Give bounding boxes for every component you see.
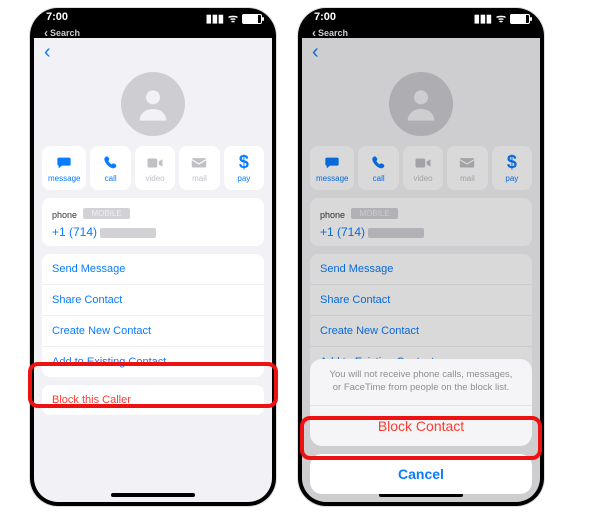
quick-video-label: video bbox=[145, 174, 164, 183]
phone-badge: MOBILE bbox=[83, 208, 129, 219]
signal-icon: ▮▮▮ bbox=[474, 12, 492, 25]
avatar-placeholder-icon bbox=[121, 72, 185, 136]
status-time: 7:00 bbox=[46, 11, 68, 23]
status-icons: ▮▮▮ ᯤ bbox=[206, 11, 262, 26]
quick-actions: message call video mail $ pay bbox=[34, 146, 272, 190]
phone-number-masked bbox=[100, 228, 156, 238]
contact-actions-list: Send Message Share Contact Create New Co… bbox=[42, 254, 264, 377]
action-sheet: You will not receive phone calls, messag… bbox=[310, 359, 532, 494]
mail-icon bbox=[190, 154, 208, 172]
sheet-message: You will not receive phone calls, messag… bbox=[310, 359, 532, 406]
status-bar: 7:00 ▮▮▮ ᯤ Search bbox=[298, 8, 544, 38]
screen: ‹ message call video bbox=[302, 38, 540, 502]
cancel-button[interactable]: Cancel bbox=[310, 454, 532, 494]
status-time: 7:00 bbox=[314, 11, 336, 23]
back-button[interactable]: ‹ bbox=[44, 42, 51, 62]
status-bar: 7:00 ▮▮▮ ᯤ Search bbox=[30, 8, 276, 38]
notch bbox=[103, 8, 203, 26]
screen: ‹ message call video bbox=[34, 38, 272, 502]
sheet-top-group: You will not receive phone calls, messag… bbox=[310, 359, 532, 446]
avatar-container bbox=[34, 66, 272, 146]
add-to-existing-contact-row[interactable]: Add to Existing Contact bbox=[42, 347, 264, 377]
quick-pay-label: pay bbox=[237, 174, 250, 183]
share-contact-row[interactable]: Share Contact bbox=[42, 285, 264, 316]
wifi-icon: ᯤ bbox=[228, 11, 238, 26]
phone-number-card[interactable]: phone MOBILE +1 (714) bbox=[42, 198, 264, 246]
battery-icon bbox=[510, 14, 530, 24]
dollar-icon: $ bbox=[239, 154, 249, 172]
status-icons: ▮▮▮ ᯤ bbox=[474, 11, 530, 26]
signal-icon: ▮▮▮ bbox=[206, 12, 224, 25]
quick-call[interactable]: call bbox=[90, 146, 130, 190]
block-list: Block this Caller bbox=[42, 385, 264, 415]
send-message-row[interactable]: Send Message bbox=[42, 254, 264, 285]
wifi-icon: ᯤ bbox=[496, 11, 506, 26]
notch bbox=[371, 8, 471, 26]
phone-number-prefix: +1 (714) bbox=[52, 225, 97, 239]
block-contact-button[interactable]: Block Contact bbox=[310, 406, 532, 446]
quick-mail-label: mail bbox=[192, 174, 207, 183]
quick-mail[interactable]: mail bbox=[179, 146, 219, 190]
nav-bar: ‹ bbox=[34, 38, 272, 66]
phone-label-row: phone MOBILE bbox=[52, 205, 254, 223]
phone-number: +1 (714) bbox=[52, 225, 254, 239]
quick-call-label: call bbox=[105, 174, 117, 183]
create-new-contact-row[interactable]: Create New Contact bbox=[42, 316, 264, 347]
quick-video[interactable]: video bbox=[135, 146, 175, 190]
phone-label: phone bbox=[52, 210, 77, 220]
phone-left: 7:00 ▮▮▮ ᯤ Search ‹ message bbox=[30, 8, 276, 506]
battery-icon bbox=[242, 14, 262, 24]
quick-message-label: message bbox=[48, 174, 80, 183]
video-icon bbox=[146, 154, 164, 172]
phone-icon bbox=[103, 154, 119, 172]
quick-message[interactable]: message bbox=[42, 146, 86, 190]
block-this-caller-row[interactable]: Block this Caller bbox=[42, 385, 264, 415]
quick-pay[interactable]: $ pay bbox=[224, 146, 264, 190]
home-indicator[interactable] bbox=[111, 493, 195, 497]
message-icon bbox=[55, 154, 73, 172]
phone-right: 7:00 ▮▮▮ ᯤ Search ‹ message bbox=[298, 8, 544, 506]
